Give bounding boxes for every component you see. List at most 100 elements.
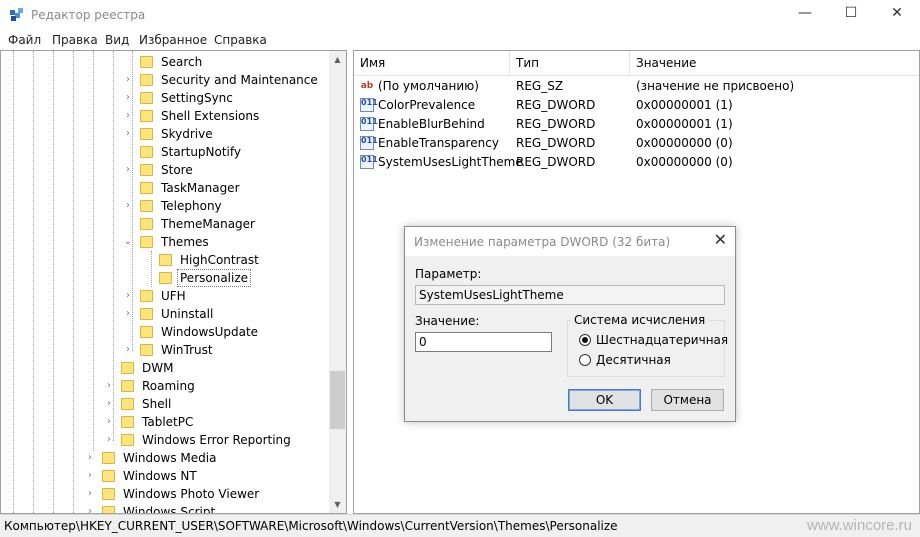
menu-view[interactable]: Вид <box>105 33 129 47</box>
dialog-close-icon[interactable]: ✕ <box>714 230 727 249</box>
cancel-button[interactable]: Отмена <box>651 389 724 411</box>
tree-expander[interactable]: › <box>123 107 133 125</box>
tree-item-uninstall[interactable]: › Uninstall <box>121 305 341 323</box>
column-header-data[interactable]: Значение <box>630 51 919 75</box>
tree-scrollbar[interactable]: ▲ ▼ <box>329 51 346 513</box>
folder-icon <box>140 326 153 338</box>
status-bar: Компьютер\HKEY_CURRENT_USER\SOFTWARE\Mic… <box>0 514 920 537</box>
tree-expander[interactable]: › <box>85 449 95 467</box>
tree-expander[interactable]: › <box>123 89 133 107</box>
tree-expander[interactable]: › <box>123 341 133 359</box>
menu-help[interactable]: Справка <box>214 33 267 47</box>
tree-item-dwm[interactable]: DWM <box>102 359 332 377</box>
tree-item-thememanager[interactable]: ThemeManager <box>121 215 341 233</box>
edit-dword-dialog: Изменение параметра DWORD (32 бита) ✕ Па… <box>404 226 736 422</box>
param-label: Параметр: <box>415 267 482 281</box>
value-row-enabletransparency[interactable]: 011 EnableTransparency REG_DWORD 0x00000… <box>354 134 919 153</box>
tree-item-startupnotify[interactable]: StartupNotify <box>121 143 341 161</box>
value-row-default[interactable]: ab (По умолчанию) REG_SZ (значение не пр… <box>354 77 919 96</box>
radio-unselected-icon[interactable] <box>579 354 591 366</box>
tree-item-label: Uninstall <box>161 307 214 321</box>
tree-item-label: TaskManager <box>161 181 240 195</box>
folder-icon <box>121 380 134 392</box>
tree-item-settingsync[interactable]: › SettingSync <box>121 89 341 107</box>
binary-value-icon: 011 <box>360 117 378 131</box>
value-row-colorprevalence[interactable]: 011 ColorPrevalence REG_DWORD 0x00000001… <box>354 96 919 115</box>
tree-item-label: Windows Error Reporting <box>142 433 291 447</box>
close-button[interactable]: ✕ <box>874 0 920 30</box>
binary-value-icon: 011 <box>360 98 378 112</box>
column-header-type[interactable]: Тип <box>510 51 630 75</box>
tree-item-label: SettingSync <box>161 91 233 105</box>
menu-favorites[interactable]: Избранное <box>139 33 207 47</box>
value-data: 0x00000000 (0) <box>636 155 733 169</box>
folder-icon <box>140 128 153 140</box>
tree-item-themes[interactable]: ⌄ Themes <box>121 233 341 251</box>
tree-item-windows-error-reporting[interactable]: › Windows Error Reporting <box>102 431 332 449</box>
tree-expander[interactable]: › <box>123 305 133 323</box>
folder-icon <box>102 488 115 500</box>
tree-item-roaming[interactable]: › Roaming <box>102 377 332 395</box>
tree-expander[interactable]: ⌄ <box>123 233 133 251</box>
tree-item-windows-photo-viewer[interactable]: › Windows Photo Viewer <box>83 485 328 503</box>
tree-item-shell-extensions[interactable]: › Shell Extensions <box>121 107 341 125</box>
folder-icon <box>140 164 153 176</box>
scroll-thumb[interactable] <box>330 371 345 429</box>
tree-item-search[interactable]: Search <box>121 53 341 71</box>
tree-expander[interactable]: › <box>104 377 114 395</box>
minimize-button[interactable]: — <box>782 0 828 30</box>
folder-icon <box>140 182 153 194</box>
tree-expander[interactable]: › <box>85 503 95 513</box>
tree-item-taskmanager[interactable]: TaskManager <box>121 179 341 197</box>
binary-value-icon: 011 <box>360 155 378 169</box>
tree-item-label: Windows Script <box>123 505 216 514</box>
tree-item-windows-script[interactable]: › Windows Script <box>83 503 328 514</box>
tree-item-windowsupdate[interactable]: WindowsUpdate <box>121 323 341 341</box>
tree-item-windows-media[interactable]: › Windows Media <box>83 449 328 467</box>
radio-selected-icon[interactable] <box>579 334 591 346</box>
tree-item-label: Roaming <box>142 379 195 393</box>
tree-item-tabletpc[interactable]: › TabletPC <box>102 413 332 431</box>
tree-item-wintrust[interactable]: › WinTrust <box>121 341 341 359</box>
base-groupbox <box>567 320 725 377</box>
value-data: 0x00000001 (1) <box>636 117 733 131</box>
menu-edit[interactable]: Правка <box>52 33 98 47</box>
value-data-input[interactable]: 0 <box>415 332 552 352</box>
tree-expander[interactable]: › <box>104 395 114 413</box>
scroll-down-icon[interactable]: ▼ <box>329 496 346 513</box>
menu-file[interactable]: Файл <box>8 33 41 47</box>
tree-expander[interactable]: › <box>104 413 114 431</box>
column-header-name[interactable]: Имя <box>354 51 510 75</box>
tree-item-skydrive[interactable]: › Skydrive <box>121 125 341 143</box>
tree-expander[interactable]: › <box>123 287 133 305</box>
title-bar: Редактор реестра — ☐ ✕ <box>0 0 920 30</box>
tree-item-highcontrast[interactable]: HighContrast <box>140 251 340 269</box>
tree-expander[interactable]: › <box>123 71 133 89</box>
dialog-title-bar: Изменение параметра DWORD (32 бита) ✕ <box>405 227 735 256</box>
tree-expander[interactable]: › <box>85 485 95 503</box>
tree-item-security-and-maintenance[interactable]: › Security and Maintenance <box>121 71 341 89</box>
tree-item-label: Themes <box>161 235 209 249</box>
window-title: Редактор реестра <box>31 8 146 22</box>
regedit-app-icon <box>10 8 23 21</box>
maximize-button[interactable]: ☐ <box>828 0 874 30</box>
tree-expander[interactable]: › <box>123 125 133 143</box>
value-row-systemuseslighttheme[interactable]: 011 SystemUsesLightTheme REG_DWORD 0x000… <box>354 153 919 172</box>
tree-item-label: Skydrive <box>161 127 213 141</box>
tree-item-personalize[interactable]: Personalize <box>140 269 340 287</box>
tree-expander[interactable]: › <box>123 161 133 179</box>
scroll-up-icon[interactable]: ▲ <box>329 51 346 68</box>
tree-expander[interactable]: › <box>85 467 95 485</box>
tree-item-telephony[interactable]: › Telephony <box>121 197 341 215</box>
folder-icon <box>159 254 172 266</box>
value-row-enableblurbehind[interactable]: 011 EnableBlurBehind REG_DWORD 0x0000000… <box>354 115 919 134</box>
registry-tree[interactable]: Search › Security and Maintenance › Sett… <box>0 50 347 514</box>
tree-item-store[interactable]: › Store <box>121 161 341 179</box>
ok-button[interactable]: OK <box>568 389 641 411</box>
tree-item-ufh[interactable]: › UFH <box>121 287 341 305</box>
tree-expander[interactable]: › <box>104 431 114 449</box>
tree-item-windows-nt[interactable]: › Windows NT <box>83 467 328 485</box>
tree-expander[interactable]: › <box>123 197 133 215</box>
tree-guide <box>93 51 94 451</box>
tree-item-shell[interactable]: › Shell <box>102 395 332 413</box>
